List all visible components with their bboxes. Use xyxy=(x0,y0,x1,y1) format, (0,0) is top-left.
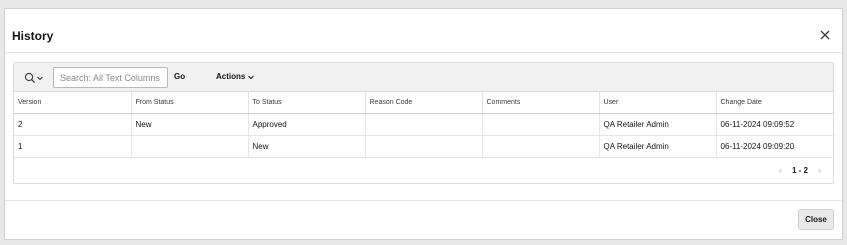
pagination: ‹ 1 - 2 › xyxy=(779,165,821,175)
cell-user: QA Retailer Admin xyxy=(599,135,717,158)
column-header-version[interactable]: Version xyxy=(14,92,132,114)
cell-change-date: 06-11-2024 09:09:20 xyxy=(716,135,833,158)
cell-user: QA Retailer Admin xyxy=(599,113,717,136)
search-icon xyxy=(24,72,36,84)
chevron-down-icon xyxy=(37,76,43,81)
column-header-from-status[interactable]: From Status xyxy=(131,92,249,114)
cell-reason-code xyxy=(365,135,483,158)
table-header-row: Version From Status To Status Reason Cod… xyxy=(14,92,833,114)
cell-reason-code xyxy=(365,113,483,136)
history-report-region: Go Actions Version From Status To Status… xyxy=(13,62,834,184)
chevron-right-icon[interactable]: › xyxy=(818,165,821,175)
pagination-range: 1 - 2 xyxy=(791,165,808,175)
cell-from-status xyxy=(131,135,249,158)
column-header-comments[interactable]: Comments xyxy=(482,92,600,114)
go-button[interactable]: Go xyxy=(174,72,185,81)
column-header-reason-code[interactable]: Reason Code xyxy=(365,92,483,114)
chevron-left-icon[interactable]: ‹ xyxy=(779,165,782,175)
column-header-change-date[interactable]: Change Date xyxy=(716,92,833,114)
cell-version: 2 xyxy=(14,113,132,136)
dialog-title: History xyxy=(12,29,54,43)
cell-comments xyxy=(482,135,600,158)
cell-from-status: New xyxy=(131,113,249,136)
cell-change-date: 06-11-2024 09:09:52 xyxy=(716,113,833,136)
column-header-user[interactable]: User xyxy=(599,92,717,114)
cell-comments xyxy=(482,113,600,136)
close-button[interactable]: Close xyxy=(798,209,834,230)
report-toolbar: Go Actions xyxy=(14,63,833,92)
actions-menu-button[interactable]: Actions xyxy=(216,72,255,81)
cell-to-status: Approved xyxy=(248,113,366,136)
table-row: 2 New Approved QA Retailer Admin 06-11-2… xyxy=(14,113,833,136)
chevron-down-icon xyxy=(248,75,255,79)
column-header-to-status[interactable]: To Status xyxy=(248,92,366,114)
dialog-footer: Close xyxy=(5,200,842,239)
search-input[interactable] xyxy=(53,67,168,88)
table-row: 1 New QA Retailer Admin 06-11-2024 09:09… xyxy=(14,135,833,158)
actions-label: Actions xyxy=(216,72,246,81)
close-icon[interactable] xyxy=(818,28,832,42)
cell-to-status: New xyxy=(248,135,366,158)
history-table: Version From Status To Status Reason Cod… xyxy=(14,92,833,158)
cell-version: 1 xyxy=(14,135,132,158)
dialog-header: History xyxy=(5,9,842,53)
search-column-menu[interactable] xyxy=(24,71,50,85)
history-dialog: History Go Actions xyxy=(4,8,843,240)
